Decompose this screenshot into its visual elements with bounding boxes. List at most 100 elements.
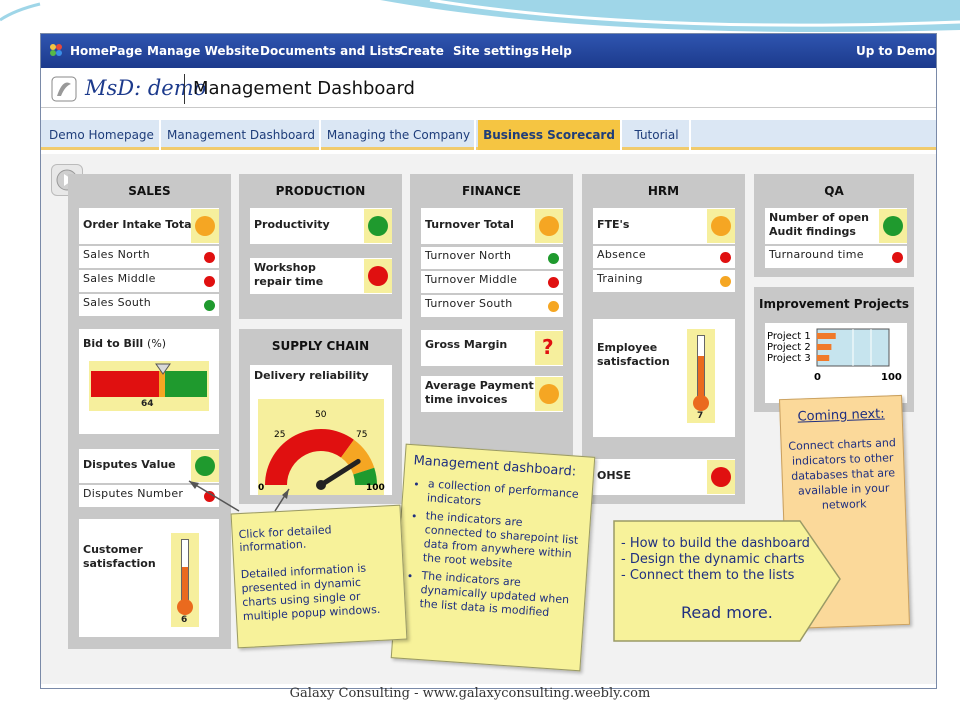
qa-panel: QA Number of open Audit findings Turnaro… bbox=[754, 174, 914, 277]
status-red-icon bbox=[204, 252, 215, 263]
project-label: Project 3 bbox=[767, 353, 811, 364]
brand-logo-text: MsD: demo bbox=[85, 76, 207, 100]
employee-satisfaction-value: 7 bbox=[697, 411, 704, 421]
menu-site-settings[interactable]: Site settings bbox=[453, 44, 539, 58]
disputes-number-label: Disputes Number bbox=[83, 487, 184, 500]
audit-findings-label: Number of open Audit findings bbox=[769, 211, 869, 238]
order-intake-label: Order Intake Total bbox=[83, 218, 196, 231]
ftes-indicator bbox=[707, 209, 735, 243]
tab-demo-homepage[interactable]: Demo Homepage bbox=[44, 120, 161, 150]
howto-line: - Design the dynamic charts bbox=[621, 552, 805, 567]
gauge-tick-label: 75 bbox=[356, 430, 367, 440]
logo-icon bbox=[51, 76, 77, 106]
status-red-icon bbox=[204, 276, 215, 287]
project-bar bbox=[817, 355, 830, 361]
production-panel: PRODUCTION Productivity Workshop repair … bbox=[239, 174, 402, 319]
improvement-bar-chart: Project 1Project 2Project 30 100 bbox=[767, 328, 902, 383]
improvement-title: Improvement Projects bbox=[759, 297, 909, 311]
employee-satisfaction-thermometer: 7 bbox=[687, 329, 715, 423]
click-info-title: Click for detailed information. bbox=[238, 523, 332, 555]
absence-label: Absence bbox=[597, 248, 646, 261]
turnover-south-row[interactable]: Turnover South bbox=[421, 295, 563, 317]
status-orange-icon bbox=[539, 216, 559, 236]
project-label: Project 2 bbox=[767, 342, 811, 353]
sales-middle-label: Sales Middle bbox=[83, 272, 156, 285]
tab-tutorial[interactable]: Tutorial bbox=[624, 120, 691, 150]
customer-satisfaction-label: Customer satisfaction bbox=[83, 543, 156, 570]
audit-indicator bbox=[879, 209, 907, 243]
ohse-row[interactable]: OHSE bbox=[593, 459, 735, 495]
tab-management-dashboard[interactable]: Management Dashboard bbox=[163, 120, 321, 150]
coming-next-title: Coming next: bbox=[797, 406, 885, 425]
productivity-row[interactable]: Productivity bbox=[250, 208, 392, 244]
turnover-indicator bbox=[535, 209, 563, 243]
click-info-note: Click for detailed information. Detailed… bbox=[230, 504, 408, 649]
management-note-title: Management dashboard: bbox=[413, 453, 577, 480]
brand-divider bbox=[184, 74, 185, 104]
turnover-total-row[interactable]: Turnover Total bbox=[421, 208, 563, 244]
turnaround-row[interactable]: Turnaround time bbox=[765, 246, 907, 268]
turnover-north-row[interactable]: Turnover North bbox=[421, 247, 563, 269]
workshop-row[interactable]: Workshop repair time bbox=[250, 258, 392, 294]
status-orange-icon bbox=[711, 216, 731, 236]
sales-south-row[interactable]: Sales South bbox=[79, 294, 219, 316]
workshop-label: Workshop repair time bbox=[254, 261, 324, 288]
finance-panel: FINANCE Turnover Total Turnover North Tu… bbox=[410, 174, 573, 459]
workshop-indicator bbox=[364, 259, 392, 293]
qa-title: QA bbox=[824, 184, 844, 198]
question-icon: ? bbox=[542, 335, 554, 359]
sales-panel: SALES Order Intake Total Sales North Sal… bbox=[68, 174, 231, 649]
status-red-icon bbox=[548, 277, 559, 288]
read-more-link[interactable]: Read more. bbox=[681, 603, 773, 622]
bid-to-bill-value: 64 bbox=[141, 399, 154, 409]
menu-up-to-demo[interactable]: Up to Demo bbox=[856, 44, 936, 58]
improvement-chart[interactable]: Project 1 Project 2 Project 3 0 100 bbox=[765, 323, 907, 403]
ohse-indicator bbox=[707, 460, 735, 494]
pointer-icon bbox=[155, 363, 171, 375]
status-green-icon bbox=[548, 253, 559, 264]
training-row[interactable]: Training bbox=[593, 270, 735, 292]
bid-to-bill-box[interactable]: Bid to Bill (%) 64 bbox=[79, 329, 219, 434]
gauge-tick-label: 50 bbox=[315, 410, 327, 420]
dashboard-window: HomePage Manage Website Documents and Li… bbox=[40, 33, 937, 689]
productivity-indicator bbox=[364, 209, 392, 243]
sales-north-row[interactable]: Sales North bbox=[79, 246, 219, 268]
sales-middle-row[interactable]: Sales Middle bbox=[79, 270, 219, 292]
customer-satisfaction-value: 6 bbox=[181, 615, 188, 625]
menu-help[interactable]: Help bbox=[541, 44, 572, 58]
turnaround-label: Turnaround time bbox=[769, 248, 864, 261]
absence-row[interactable]: Absence bbox=[593, 246, 735, 268]
status-red-icon bbox=[892, 252, 903, 263]
tab-business-scorecard[interactable]: Business Scorecard bbox=[478, 120, 622, 150]
menu-homepage[interactable]: HomePage bbox=[70, 44, 142, 58]
gross-margin-row[interactable]: Gross Margin ? bbox=[421, 330, 563, 366]
menu-manage-website[interactable]: Manage Website bbox=[147, 44, 259, 58]
menu-create[interactable]: Create bbox=[399, 44, 444, 58]
gauge-tick-label: 100 bbox=[366, 483, 385, 493]
ftes-row[interactable]: FTE's bbox=[593, 208, 735, 244]
menu-documents-lists[interactable]: Documents and Lists bbox=[260, 44, 401, 58]
supply-chain-title: SUPPLY CHAIN bbox=[271, 339, 370, 353]
axis-tick-label: 0 bbox=[814, 372, 821, 383]
training-label: Training bbox=[597, 272, 643, 285]
status-red-icon bbox=[368, 266, 388, 286]
bid-to-bill-label: Bid to Bill (%) bbox=[83, 337, 167, 350]
callout-arrows bbox=[188, 480, 290, 512]
improvement-panel: Improvement Projects Project 1 Project 2P… bbox=[754, 287, 914, 412]
turnover-total-label: Turnover Total bbox=[425, 218, 514, 231]
average-payment-label: Average Payment time invoices bbox=[425, 379, 534, 406]
tab-managing-company[interactable]: Managing the Company bbox=[323, 120, 476, 150]
ohse-label: OHSE bbox=[597, 469, 631, 482]
project-bar bbox=[817, 333, 836, 339]
status-red-icon bbox=[711, 467, 731, 487]
turnover-middle-row[interactable]: Turnover Middle bbox=[421, 271, 563, 293]
customer-satisfaction-box[interactable]: Customer satisfaction 6 bbox=[79, 519, 219, 637]
order-intake-row[interactable]: Order Intake Total bbox=[79, 208, 219, 244]
sales-south-label: Sales South bbox=[83, 296, 152, 309]
audit-findings-row[interactable]: Number of open Audit findings bbox=[765, 208, 907, 244]
sales-title: SALES bbox=[128, 184, 171, 198]
average-payment-row[interactable]: Average Payment time invoices bbox=[421, 376, 563, 412]
page-title: Management Dashboard bbox=[193, 78, 415, 99]
employee-satisfaction-box[interactable]: Employee satisfaction 7 bbox=[593, 319, 735, 437]
gross-margin-label: Gross Margin bbox=[425, 338, 508, 351]
